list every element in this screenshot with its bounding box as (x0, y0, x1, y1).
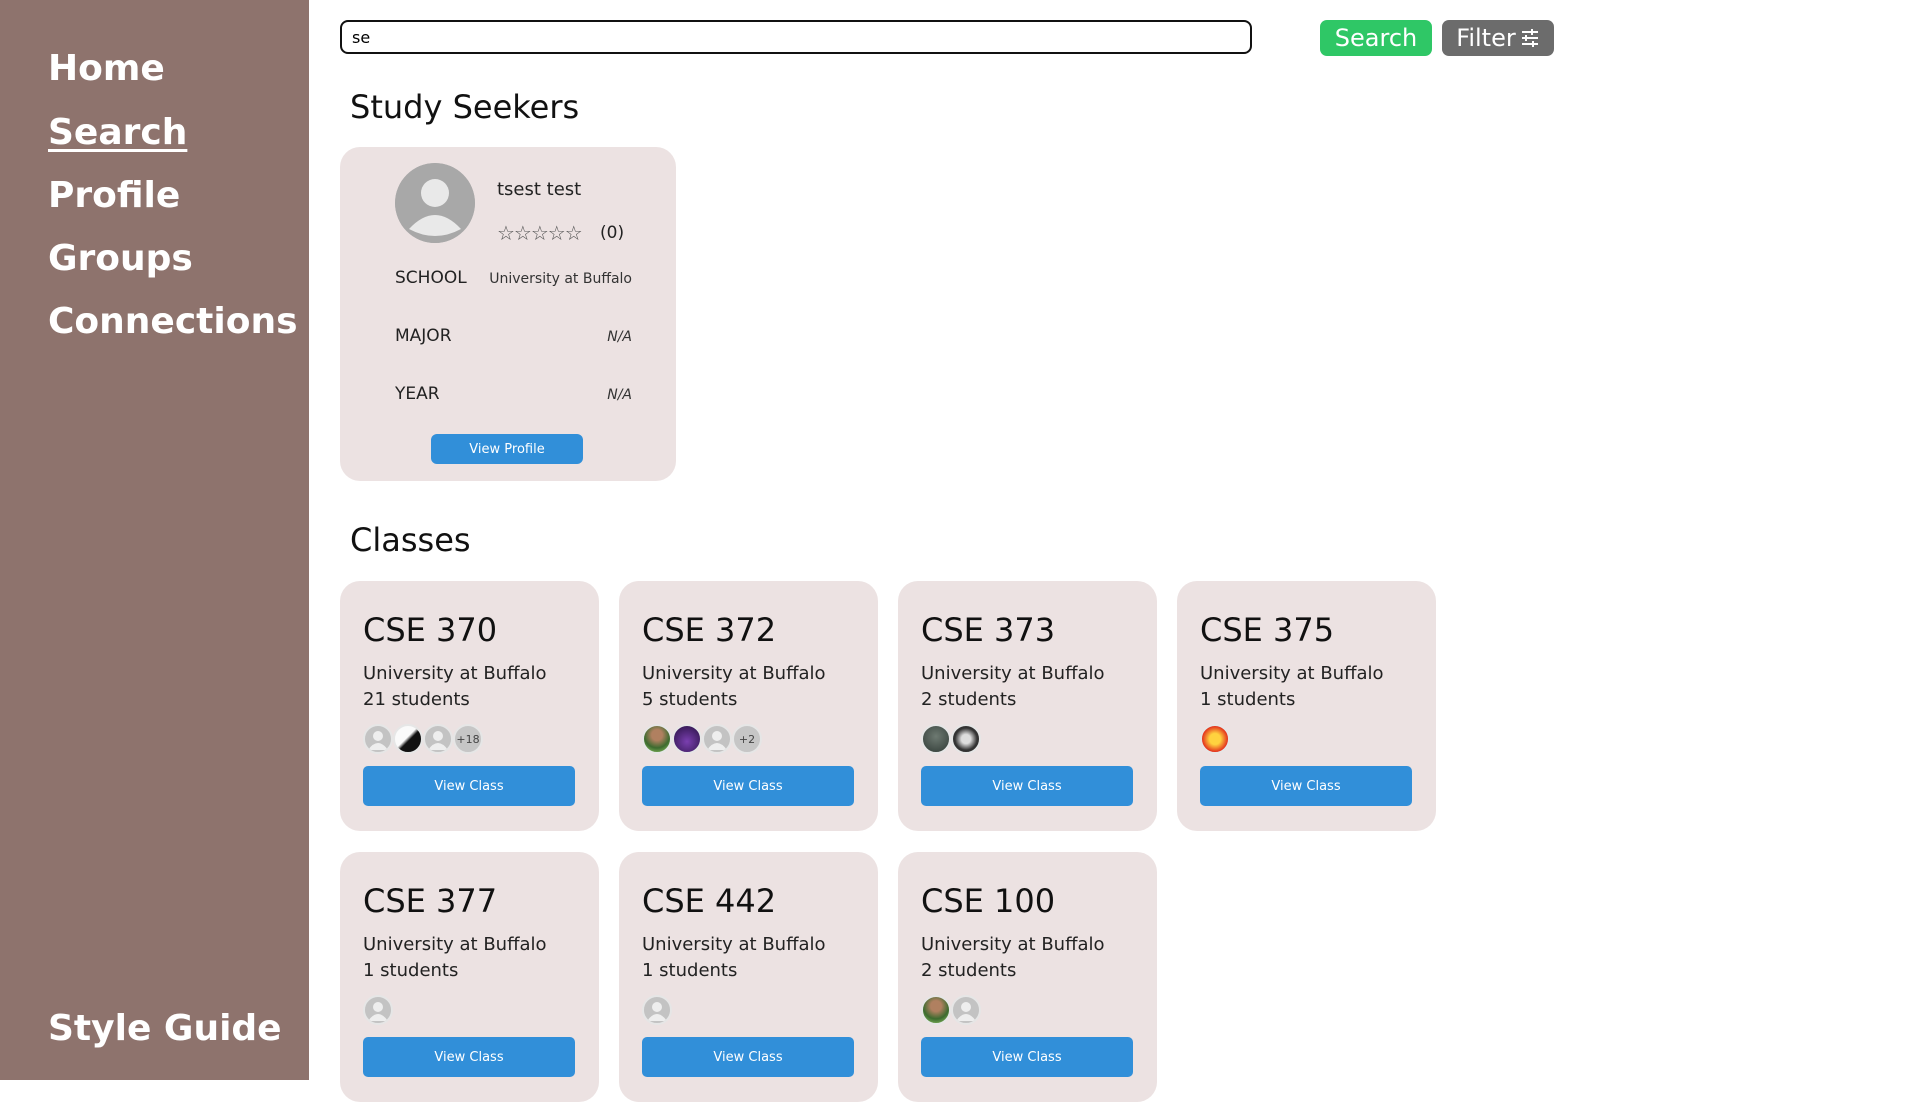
class-card: CSE 370 University at Buffalo 21 student… (340, 581, 599, 831)
avatar (951, 724, 981, 754)
avatar (395, 163, 475, 243)
class-code: CSE 100 (921, 882, 1056, 920)
view-class-button[interactable]: View Class (363, 766, 575, 806)
class-card: CSE 372 University at Buffalo 5 students… (619, 581, 878, 831)
avatar (642, 724, 672, 754)
school-value: University at Buffalo (489, 271, 632, 287)
class-code: CSE 375 (1200, 611, 1335, 649)
sidebar: Home Search Profile Groups Connections S… (0, 0, 309, 1080)
nav-search[interactable]: Search (48, 112, 187, 153)
avatar (702, 724, 732, 754)
major-label: MAJOR (395, 326, 452, 346)
avatar (1200, 724, 1230, 754)
class-code: CSE 373 (921, 611, 1056, 649)
class-school: University at Buffalo (642, 663, 826, 684)
avatar (921, 995, 951, 1025)
class-card: CSE 375 University at Buffalo 1 students… (1177, 581, 1436, 831)
year-value: N/A (607, 387, 632, 403)
avatar (363, 724, 393, 754)
avatar (672, 724, 702, 754)
class-code: CSE 370 (363, 611, 498, 649)
filter-button[interactable]: Filter (1442, 20, 1554, 56)
class-code: CSE 372 (642, 611, 777, 649)
seeker-card: tsest test ☆☆☆☆☆ (0) SCHOOL University a… (340, 147, 676, 481)
student-avatars (921, 995, 981, 1025)
student-avatars (921, 724, 981, 754)
rating-count: (0) (600, 223, 625, 243)
class-student-count: 1 students (642, 960, 738, 981)
class-school: University at Buffalo (921, 934, 1105, 955)
more-students-badge: +2 (732, 724, 762, 754)
major-value: N/A (607, 329, 632, 345)
school-label: SCHOOL (395, 268, 467, 288)
filter-button-label: Filter (1456, 24, 1516, 52)
avatar (363, 995, 393, 1025)
student-avatars: +2 (642, 724, 762, 754)
class-student-count: 1 students (363, 960, 459, 981)
nav-style-guide[interactable]: Style Guide (48, 1008, 282, 1049)
student-avatars (363, 995, 393, 1025)
nav-connections[interactable]: Connections (48, 301, 298, 342)
view-class-button[interactable]: View Class (1200, 766, 1412, 806)
class-card: CSE 100 University at Buffalo 2 students… (898, 852, 1157, 1102)
class-student-count: 1 students (1200, 689, 1296, 710)
view-class-button[interactable]: View Class (363, 1037, 575, 1077)
class-student-count: 5 students (642, 689, 738, 710)
view-class-button[interactable]: View Class (642, 766, 854, 806)
class-school: University at Buffalo (642, 934, 826, 955)
class-school: University at Buffalo (363, 934, 547, 955)
avatar (921, 724, 951, 754)
avatar (423, 724, 453, 754)
search-input[interactable] (340, 20, 1252, 54)
more-students-badge: +18 (453, 724, 483, 754)
class-card: CSE 373 University at Buffalo 2 students… (898, 581, 1157, 831)
class-student-count: 21 students (363, 689, 470, 710)
study-seekers-title: Study Seekers (350, 88, 580, 126)
avatar (393, 724, 423, 754)
class-code: CSE 442 (642, 882, 777, 920)
student-avatars (1200, 724, 1230, 754)
view-profile-button[interactable]: View Profile (431, 434, 583, 464)
sliders-icon (1520, 28, 1540, 48)
view-class-button[interactable]: View Class (921, 1037, 1133, 1077)
nav-home[interactable]: Home (48, 48, 165, 89)
class-school: University at Buffalo (921, 663, 1105, 684)
class-student-count: 2 students (921, 960, 1017, 981)
classes-title: Classes (350, 521, 471, 559)
nav-profile[interactable]: Profile (48, 175, 180, 216)
class-code: CSE 377 (363, 882, 498, 920)
class-school: University at Buffalo (1200, 663, 1384, 684)
year-label: YEAR (395, 384, 440, 404)
view-class-button[interactable]: View Class (642, 1037, 854, 1077)
avatar (951, 995, 981, 1025)
class-student-count: 2 students (921, 689, 1017, 710)
class-card: CSE 442 University at Buffalo 1 students… (619, 852, 878, 1102)
rating-stars: ☆☆☆☆☆ (497, 221, 583, 245)
student-avatars (642, 995, 672, 1025)
class-school: University at Buffalo (363, 663, 547, 684)
avatar (642, 995, 672, 1025)
nav-groups[interactable]: Groups (48, 238, 193, 279)
search-button[interactable]: Search (1320, 20, 1432, 56)
class-card: CSE 377 University at Buffalo 1 students… (340, 852, 599, 1102)
view-class-button[interactable]: View Class (921, 766, 1133, 806)
student-avatars: +18 (363, 724, 483, 754)
seeker-name: tsest test (497, 179, 582, 200)
